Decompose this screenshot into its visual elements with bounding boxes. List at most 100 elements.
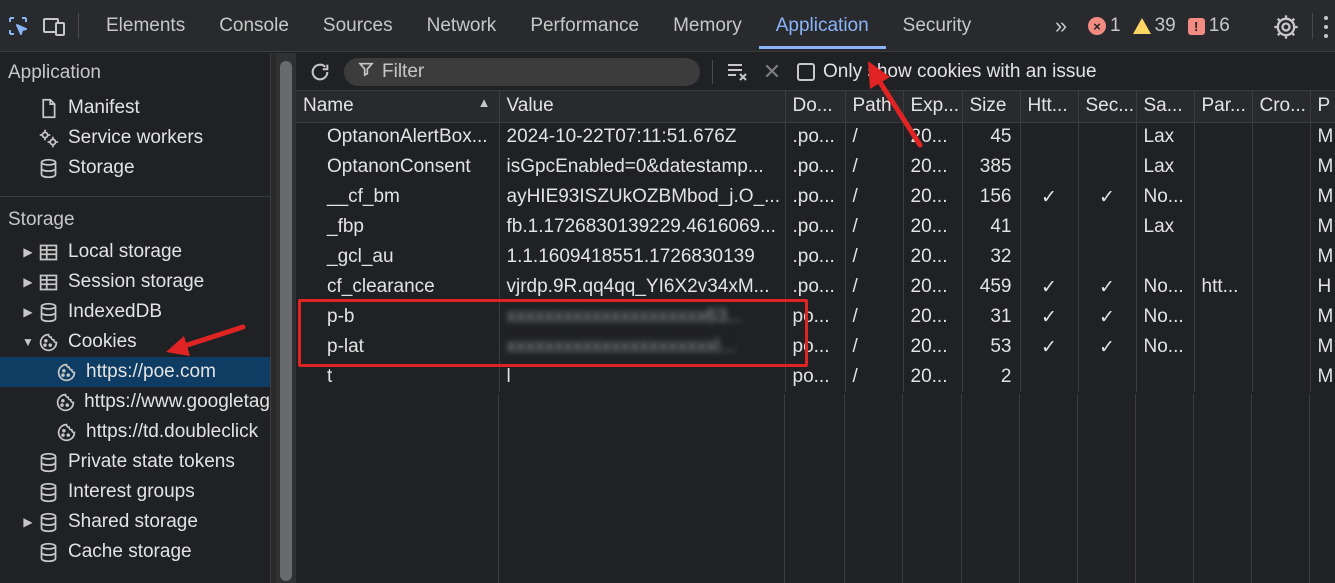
column-header-partition-key[interactable]: Par... — [1194, 91, 1253, 123]
cookie-expires: 20... — [903, 152, 963, 182]
sidebar-item-label: IndexedDB — [68, 301, 163, 322]
cookie-samesite: No... — [1136, 182, 1195, 212]
only-issues-checkbox[interactable]: Only show cookies with an issue — [797, 61, 1097, 83]
tab-application[interactable]: Application — [758, 0, 886, 52]
more-tabs-icon[interactable]: » — [1046, 13, 1076, 39]
table-row[interactable]: p-b xxxxxxxxxxxxxxxxxxxxx63... po... / 2… — [296, 302, 1335, 332]
error-icon: × — [1088, 17, 1106, 35]
sidebar-item-cookie-origin-doubleclick[interactable]: https://td.doubleclick — [0, 417, 270, 447]
sidebar-item-local-storage[interactable]: ▶ Local storage — [0, 237, 270, 267]
table-row[interactable]: __cf_bm ayHIE93ISZUkOZBMbod_j.O_... .po.… — [296, 182, 1335, 212]
tab-security[interactable]: Security — [886, 0, 989, 52]
cookie-httponly: ✓ — [1020, 332, 1079, 362]
table-row[interactable]: _fbp fb.1.1726830139229.4616069... .po..… — [296, 212, 1335, 242]
column-header-domain[interactable]: Do... — [785, 91, 846, 123]
sidebar-item-interest-groups[interactable]: Interest groups — [0, 477, 270, 507]
table-row[interactable]: _gcl_au 1.1.1609418551.1726830139 .po...… — [296, 242, 1335, 272]
cookie-samesite — [1136, 242, 1195, 272]
cookie-icon — [54, 361, 78, 383]
table-row[interactable]: OptanonAlertBox... 2024-10-22T07:11:51.6… — [296, 122, 1335, 152]
cookie-domain: po... — [785, 362, 846, 392]
filter-field[interactable] — [344, 57, 700, 86]
issues-counter[interactable]: ! 16 — [1187, 15, 1230, 37]
sidebar-item-session-storage[interactable]: ▶ Session storage — [0, 267, 270, 297]
column-header-name[interactable]: Name ▲ — [296, 91, 500, 123]
toolbar-separator — [712, 59, 713, 84]
storage-section-header: Storage — [8, 209, 75, 230]
sidebar-item-shared-storage[interactable]: ▶ Shared storage — [0, 507, 270, 537]
tab-sources[interactable]: Sources — [306, 0, 410, 52]
expand-arrow-icon[interactable]: ▶ — [20, 245, 36, 259]
device-toolbar-icon[interactable] — [36, 0, 72, 52]
sidebar-item-indexeddb[interactable]: ▶ IndexedDB — [0, 297, 270, 327]
cookie-partition-key — [1194, 332, 1253, 362]
column-header-size[interactable]: Size — [962, 91, 1021, 123]
error-counter[interactable]: × 1 — [1088, 15, 1121, 37]
tab-memory[interactable]: Memory — [656, 0, 759, 52]
column-header-expires[interactable]: Exp... — [903, 91, 963, 123]
sidebar-item-cookies[interactable]: ▼ Cookies — [0, 327, 270, 357]
cookie-priority: M — [1310, 242, 1335, 272]
sidebar-item-manifest[interactable]: Manifest — [0, 93, 270, 123]
filter-input[interactable] — [382, 60, 682, 83]
tab-elements[interactable]: Elements — [89, 0, 202, 52]
sidebar-item-cookie-origin-googletag[interactable]: https://www.googletag — [0, 387, 270, 417]
cookie-partition-key — [1194, 302, 1253, 332]
sidebar-scrollbar[interactable] — [276, 53, 296, 583]
tab-console[interactable]: Console — [202, 0, 306, 52]
cookie-secure — [1078, 122, 1137, 152]
cookie-icon — [54, 391, 76, 413]
cookie-value: ayHIE93ISZUkOZBMbod_j.O_... — [499, 182, 786, 212]
expand-arrow-icon[interactable]: ▶ — [20, 305, 36, 319]
sidebar-item-cache-storage[interactable]: Cache storage — [0, 537, 270, 567]
tab-performance[interactable]: Performance — [513, 0, 656, 52]
cookie-expires: 20... — [903, 242, 963, 272]
sidebar-item-cookie-origin-poe[interactable]: https://poe.com — [0, 357, 270, 387]
cookie-name: p-lat — [296, 332, 500, 362]
cookie-cross-site — [1252, 212, 1311, 242]
collapse-arrow-icon[interactable]: ▼ — [20, 335, 36, 349]
column-header-path[interactable]: Path — [845, 91, 904, 123]
cookie-secure — [1078, 362, 1137, 392]
warning-counter[interactable]: 39 — [1132, 15, 1176, 37]
sidebar-item-service-workers[interactable]: Service workers — [0, 123, 270, 153]
column-header-samesite[interactable]: Sa... — [1136, 91, 1195, 123]
sidebar-item-label: https://www.googletag — [84, 391, 270, 412]
checkbox-box[interactable] — [797, 62, 815, 81]
cookie-httponly — [1020, 242, 1079, 272]
refresh-icon[interactable] — [296, 61, 344, 83]
table-row[interactable]: t l po... / 20... 2 M — [296, 362, 1335, 392]
cookie-priority: H — [1310, 272, 1335, 302]
kebab-menu-icon[interactable] — [1322, 14, 1330, 40]
column-header-secure[interactable]: Sec... — [1078, 91, 1137, 123]
table-row[interactable]: cf_clearance vjrdp.9R.qq4qq_YI6X2v34xM..… — [296, 272, 1335, 302]
cookie-name: p-b — [296, 302, 500, 332]
cookie-name: OptanonConsent — [296, 152, 500, 182]
cookie-domain: .po... — [785, 242, 846, 272]
gear-icon[interactable] — [1272, 13, 1300, 41]
inspect-element-icon[interactable] — [0, 0, 36, 52]
column-header-httponly[interactable]: Htt... — [1020, 91, 1079, 123]
cookie-domain: .po... — [785, 152, 846, 182]
delete-selected-icon[interactable]: ✕ — [755, 59, 789, 85]
cookie-value: fb.1.1726830139229.4616069... — [499, 212, 786, 242]
sort-ascending-icon: ▲ — [477, 95, 491, 111]
expand-arrow-icon[interactable]: ▶ — [20, 275, 36, 289]
cookie-priority: M — [1310, 212, 1335, 242]
column-header-cross-site[interactable]: Cro... — [1252, 91, 1311, 123]
expand-arrow-icon[interactable]: ▶ — [20, 515, 36, 529]
cookie-secure: ✓ — [1078, 332, 1137, 362]
sidebar-item-storage[interactable]: Storage — [0, 153, 270, 183]
cookie-cross-site — [1252, 122, 1311, 152]
table-row[interactable]: OptanonConsent isGpcEnabled=0&datestamp.… — [296, 152, 1335, 182]
tab-network[interactable]: Network — [410, 0, 514, 52]
clear-all-cookies-icon[interactable] — [721, 61, 755, 83]
sidebar-item-private-state-tokens[interactable]: Private state tokens — [0, 447, 270, 477]
sidebar-item-label: Manifest — [68, 97, 140, 118]
column-header-value[interactable]: Value — [499, 91, 786, 123]
table-row[interactable]: p-lat xxxxxxxxxxxxxxxxxxxxxxl... po... /… — [296, 332, 1335, 362]
cookie-partition-key — [1194, 362, 1253, 392]
scrollbar-thumb[interactable] — [280, 61, 292, 581]
database-icon — [36, 511, 60, 533]
column-header-priority[interactable]: P — [1310, 91, 1335, 123]
